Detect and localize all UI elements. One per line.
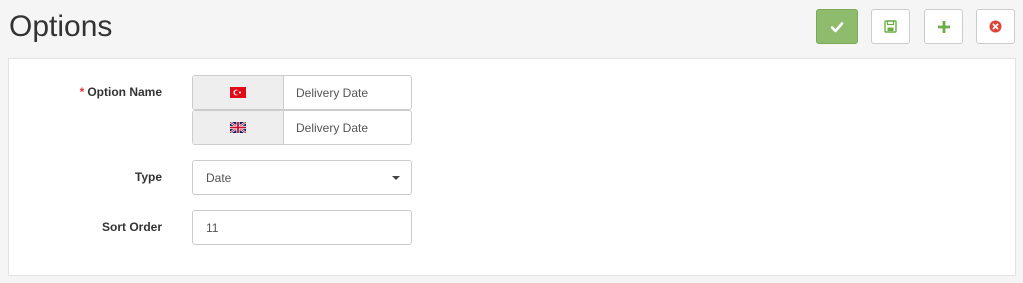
page-title: Options — [9, 10, 113, 43]
option-name-label: * Option Name — [2, 85, 162, 99]
chevron-down-icon — [392, 176, 400, 180]
sort-order-input[interactable]: 11 — [192, 210, 412, 245]
save-and-stay-button[interactable] — [871, 9, 910, 44]
type-select-value: Date — [206, 170, 232, 185]
save-button[interactable] — [816, 9, 858, 44]
plus-icon — [937, 20, 950, 33]
type-select[interactable]: Date — [192, 160, 412, 195]
option-name-input-tr[interactable]: Delivery Date — [284, 76, 411, 109]
option-form-panel: * Option Name Delivery Date Delivery Date… — [8, 58, 1016, 276]
add-new-button[interactable] — [924, 9, 963, 44]
uk-flag-icon — [230, 122, 246, 133]
option-name-label-text: Option Name — [87, 85, 162, 99]
close-circle-icon — [989, 20, 1002, 33]
required-marker: * — [79, 85, 85, 99]
option-name-input-group-tr: Delivery Date — [192, 75, 412, 110]
sort-order-label: Sort Order — [101, 220, 162, 234]
floppy-disk-icon — [884, 20, 897, 33]
turkey-flag-icon — [230, 87, 246, 98]
option-name-input-group-en: Delivery Date — [192, 110, 412, 145]
cancel-button[interactable] — [976, 9, 1015, 44]
option-name-input-en[interactable]: Delivery Date — [284, 111, 411, 144]
language-addon-en — [193, 111, 284, 144]
type-label: Type — [134, 170, 162, 184]
language-addon-tr — [193, 76, 284, 109]
check-icon — [830, 21, 844, 32]
